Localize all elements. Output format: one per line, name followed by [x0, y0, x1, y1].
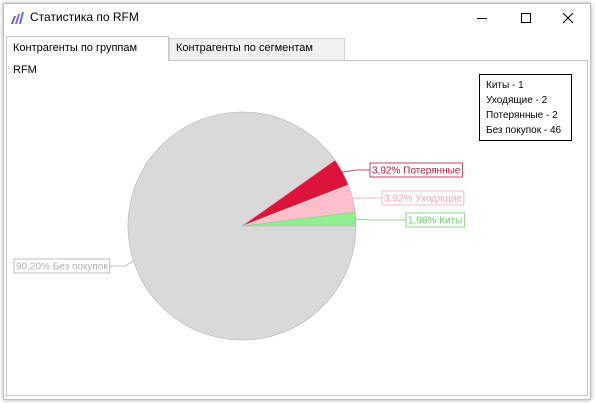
pie-chart: 1,96% Киты 3,92% Уходящие 3,92% Потерянные…: [13, 111, 465, 341]
legend-item: Уходящие - 2: [486, 95, 548, 106]
slice-label: 1,96% Киты: [405, 212, 465, 228]
leader-line: [355, 218, 406, 221]
legend-item: Потерянные - 2: [486, 110, 558, 121]
chart-legend: Киты - 1 Уходящие - 2 Потерянные - 2 Без…: [479, 74, 572, 141]
pie-slice: [127, 111, 357, 341]
rfm-statistics-window: Статистика по RFM Контрагенты по группам…: [3, 3, 591, 400]
slice-label: 3,92% Уходящие: [381, 190, 465, 206]
slice-label-text: 90,20% Без покупок: [16, 262, 108, 273]
leader-line: [109, 260, 134, 267]
leader-line: [342, 169, 370, 173]
slice-label-text: 3,92% Потерянные: [372, 166, 461, 177]
slice-label-text: 3,92% Уходящие: [384, 194, 462, 205]
slice-label: 3,92% Потерянные: [369, 162, 463, 178]
slice-label-text: 1,96% Киты: [408, 216, 462, 227]
legend-item: Без покупок - 46: [486, 125, 562, 136]
slice-label: 90,20% Без покупок: [13, 258, 111, 274]
legend-item: Киты - 1: [486, 80, 524, 91]
tab-groups[interactable]: Контрагенты по группам RFM: [6, 36, 169, 76]
